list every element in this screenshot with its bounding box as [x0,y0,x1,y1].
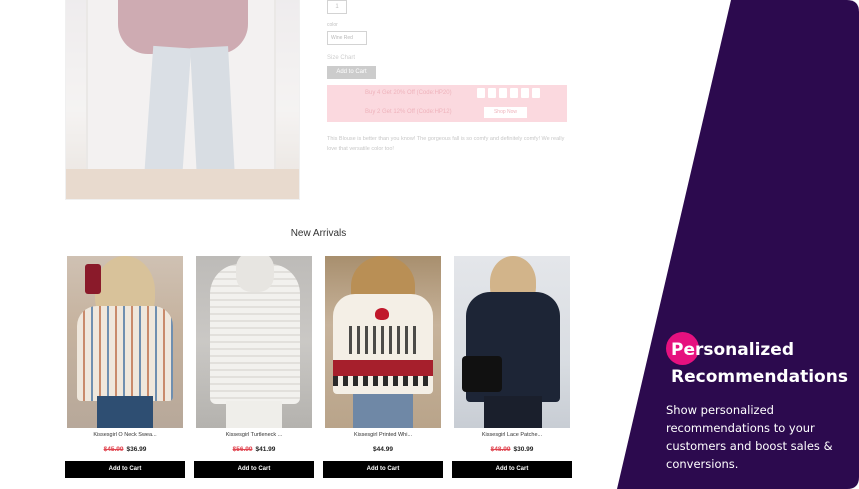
product-card[interactable]: Kissesgirl O Neck Swea... $45.99 $36.99 A… [65,256,185,478]
color-select[interactable]: Wine Red [327,31,367,45]
promo-description: Show personalized recommendations to you… [666,403,833,471]
product-card[interactable]: Kissesgirl Lace Patche... $48.99 $30.99 A… [452,256,572,478]
product-price: $48.99 $30.99 [453,446,571,456]
promo-title: Personalized Recommendations [671,337,851,391]
add-to-cart-button[interactable]: Add to Cart [452,461,572,478]
sale-price: $44.99 [373,446,393,453]
page: 1 color Wine Red Size Chart Add to Cart … [0,0,859,489]
add-to-cart-button[interactable]: Add to Cart [65,461,185,478]
product-main-image [65,0,300,200]
shop-now-button[interactable]: Shop Now [484,107,527,118]
product-image[interactable] [325,256,441,428]
product-name[interactable]: Kissesgirl Printed Whi... [324,432,442,441]
color-label: color [327,22,338,28]
add-to-cart-button[interactable]: Add to Cart [194,461,314,478]
product-description: This Blouse is better than you know! The… [327,136,565,152]
sale-price: $30.99 [513,446,534,453]
product-price: $45.99 $36.99 [66,446,184,456]
sale-price: $36.99 [126,446,147,453]
new-arrivals-title: New Arrivals [290,228,347,239]
quantity-stepper[interactable]: 1 [327,0,347,14]
add-to-cart-button[interactable]: Add to Cart [327,66,376,79]
old-price: $56.99 [232,446,253,453]
product-card[interactable]: Kissesgirl Turtleneck ... $56.99 $41.99 A… [194,256,314,478]
promo-title-line-2: Recommendations [671,367,848,387]
promo-banner: Buy 4 Get 20% Off (Code:HP20) Buy 2 Get … [327,85,567,122]
product-name[interactable]: Kissesgirl O Neck Swea... [66,432,184,441]
product-image[interactable] [67,256,183,428]
product-price: $56.99 $41.99 [195,446,313,456]
old-price: $48.99 [490,446,511,453]
promo-title-line-1: Personalized [671,340,794,360]
product-name[interactable]: Kissesgirl Lace Patche... [453,432,571,441]
product-card[interactable]: Kissesgirl Printed Whi... $44.99 Add to … [323,256,443,478]
product-name[interactable]: Kissesgirl Turtleneck ... [195,432,313,441]
product-image[interactable] [454,256,570,428]
old-price: $45.99 [103,446,124,453]
add-to-cart-button[interactable]: Add to Cart [323,461,443,478]
promo-line-2: Buy 2 Get 12% Off (Code:HP12) [365,109,452,115]
sale-price: $41.99 [255,446,276,453]
size-chart-link[interactable]: Size Chart [327,55,355,61]
promo-line-1: Buy 4 Get 20% Off (Code:HP20) [365,90,452,96]
product-detail-section: 1 color Wine Red Size Chart Add to Cart … [0,0,640,210]
product-price: $44.99 [324,446,442,456]
product-image[interactable] [196,256,312,428]
countdown-timer [477,88,540,98]
